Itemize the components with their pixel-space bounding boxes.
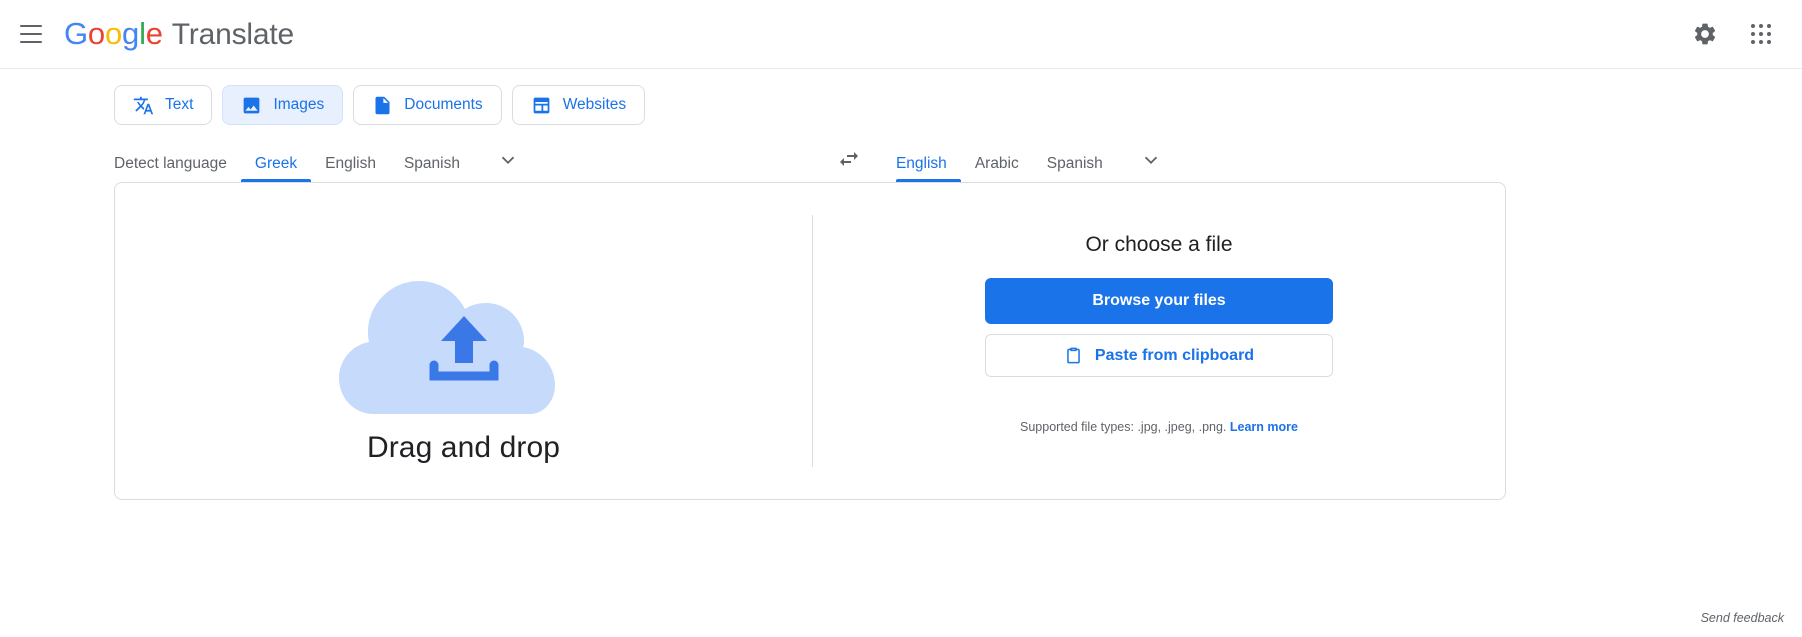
tab-text[interactable]: Text (114, 85, 213, 125)
tab-label: Documents (404, 96, 483, 113)
send-feedback-link[interactable]: Send feedback (1701, 611, 1784, 625)
translate-icon (133, 96, 154, 114)
website-icon (533, 97, 550, 113)
supported-file-types: Supported file types: .jpg, .jpeg, .png.… (1020, 420, 1298, 434)
settings-button[interactable] (1682, 11, 1728, 57)
target-language-group: English Arabic Spanish (895, 140, 1171, 183)
tab-label: Images (273, 96, 325, 113)
hamburger-icon-line (20, 33, 42, 35)
learn-more-link[interactable]: Learn more (1230, 420, 1298, 434)
browse-files-button[interactable]: Browse your files (985, 278, 1333, 324)
source-lang-greek[interactable]: Greek (240, 154, 312, 183)
tab-documents[interactable]: Documents (353, 85, 502, 125)
google-apps-button[interactable] (1738, 11, 1784, 57)
lang-label: Spanish (1046, 154, 1103, 172)
file-types-text: Supported file types: .jpg, .jpeg, .png. (1020, 420, 1227, 434)
logo-word-translate: Translate (171, 18, 294, 51)
lang-label: Detect language (114, 154, 227, 172)
paste-from-clipboard-button[interactable]: Paste from clipboard (985, 334, 1333, 377)
target-lang-english[interactable]: English (895, 154, 961, 183)
lang-label: English (325, 154, 376, 172)
source-lang-detect[interactable]: Detect language (114, 154, 241, 183)
language-selector-row: Detect language Greek English Spanish En… (0, 125, 1802, 182)
choose-file-pane: Or choose a file Browse your files Paste… (813, 183, 1505, 499)
document-icon (375, 96, 390, 114)
tab-images[interactable]: Images (222, 85, 344, 125)
source-lang-spanish[interactable]: Spanish (390, 154, 474, 183)
apps-grid-icon (1751, 24, 1771, 44)
cloud-upload-icon (338, 280, 555, 414)
logo-letter-e: e (145, 16, 163, 51)
lang-label: English (895, 154, 947, 172)
drag-and-drop-label: Drag and drop (366, 430, 561, 464)
choose-file-title: Or choose a file (1085, 233, 1233, 256)
app-header: Google Translate (0, 0, 1802, 69)
header-actions (1682, 11, 1784, 57)
lang-label: Greek (254, 154, 298, 172)
image-icon (244, 97, 260, 113)
cloud-upload-graphic (311, 224, 617, 419)
lang-label: Spanish (403, 154, 460, 172)
hamburger-icon-line (20, 41, 42, 43)
tab-websites[interactable]: Websites (511, 85, 646, 125)
swap-horizontal-icon (839, 152, 858, 166)
chevron-down-icon (1144, 156, 1157, 165)
logo-letter-o1: o (87, 16, 105, 51)
source-language-group: Detect language Greek English Spanish (114, 143, 528, 182)
gear-icon (1694, 23, 1716, 45)
tab-label: Websites (562, 96, 627, 113)
target-lang-arabic[interactable]: Arabic (961, 154, 1033, 183)
swap-languages-button[interactable] (828, 138, 870, 180)
logo-letter-o2: o (104, 16, 123, 51)
main-menu-button[interactable] (8, 11, 54, 57)
image-upload-card: Drag and drop Or choose a file Browse yo… (114, 182, 1506, 500)
browse-files-label: Browse your files (1092, 292, 1226, 309)
translation-mode-tabs: Text Images Documents Websites (0, 69, 1802, 125)
logo-letter-g: G (64, 16, 88, 51)
lang-label: Arabic (974, 154, 1019, 172)
drag-and-drop-zone[interactable]: Drag and drop (115, 183, 812, 499)
target-language-more-button[interactable] (1131, 140, 1171, 180)
source-lang-english[interactable]: English (311, 154, 390, 183)
chevron-down-icon (501, 156, 515, 165)
paste-label: Paste from clipboard (1094, 346, 1255, 364)
logo-letter-l: l (139, 16, 146, 51)
tab-label: Text (165, 96, 194, 113)
clipboard-icon (1067, 347, 1080, 364)
target-lang-spanish[interactable]: Spanish (1033, 154, 1117, 183)
google-translate-logo[interactable]: Google Translate (64, 16, 294, 52)
hamburger-icon-line (20, 25, 42, 27)
source-language-more-button[interactable] (488, 140, 528, 180)
logo-letter-g2: g (122, 16, 140, 51)
